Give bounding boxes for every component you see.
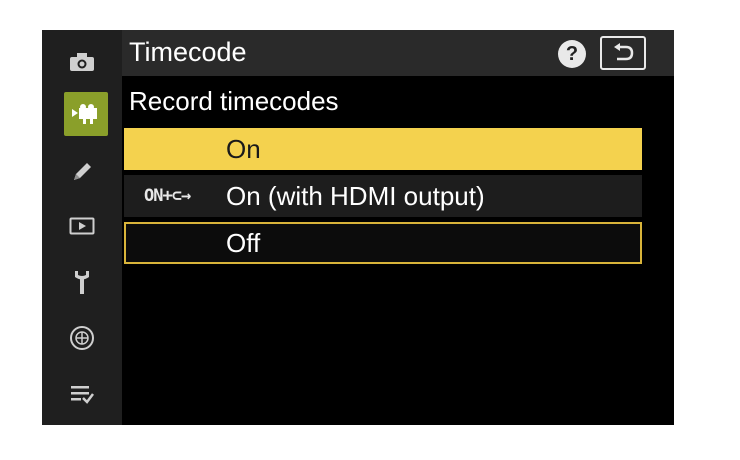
sidebar-item-photo-shooting[interactable] bbox=[64, 44, 100, 80]
wrench-icon bbox=[75, 271, 89, 294]
playback-icon bbox=[69, 217, 95, 235]
network-icon bbox=[70, 326, 94, 350]
my-menu-icon bbox=[71, 386, 94, 404]
option-label: Off bbox=[226, 228, 261, 258]
sidebar-item-playback[interactable] bbox=[64, 208, 100, 244]
option-label: On (with HDMI output) bbox=[226, 181, 485, 211]
option-off[interactable]: Off bbox=[124, 222, 642, 264]
movie-camera-icon bbox=[72, 104, 97, 124]
page-title: Timecode bbox=[129, 37, 247, 67]
menu-sidebar bbox=[42, 30, 122, 425]
sidebar-item-network[interactable] bbox=[64, 320, 100, 356]
back-button[interactable] bbox=[600, 36, 646, 70]
pencil-icon bbox=[74, 163, 91, 180]
hdmi-output-icon: ON+⊂→ bbox=[144, 186, 191, 206]
option-on-with-hdmi[interactable]: ON+⊂→ On (with HDMI output) bbox=[124, 175, 642, 217]
sidebar-item-setup[interactable] bbox=[64, 264, 100, 300]
back-arrow-icon bbox=[614, 43, 634, 61]
help-button[interactable]: ? bbox=[558, 40, 586, 68]
menu-header: Timecode ? bbox=[122, 30, 674, 76]
option-label: On bbox=[226, 134, 261, 164]
sidebar-item-custom-settings[interactable] bbox=[64, 154, 100, 190]
sidebar-item-my-menu[interactable] bbox=[64, 376, 100, 412]
camera-icon bbox=[70, 53, 94, 71]
option-on[interactable]: On bbox=[124, 128, 642, 170]
section-subtitle: Record timecodes bbox=[129, 86, 339, 116]
sidebar-item-movie-shooting[interactable] bbox=[64, 92, 108, 136]
help-icon: ? bbox=[565, 42, 579, 65]
camera-menu-screen: Timecode ? Record timecodes On ON+⊂→ On … bbox=[42, 30, 674, 425]
